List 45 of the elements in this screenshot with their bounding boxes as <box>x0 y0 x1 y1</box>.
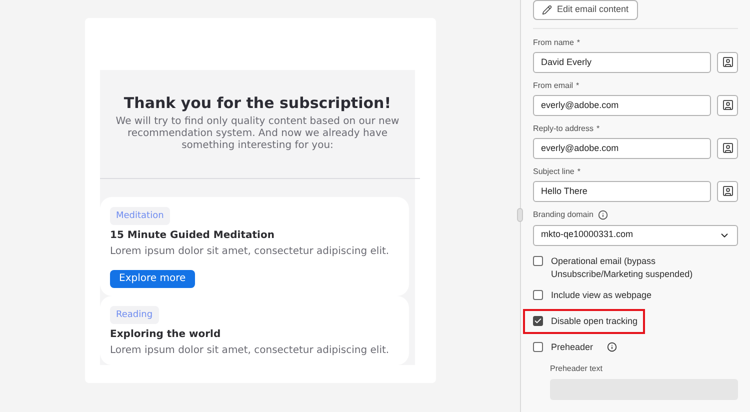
required-mark: * <box>577 166 580 178</box>
info-icon[interactable] <box>598 210 608 220</box>
article-summary: Lorem ipsum dolor sit amet, consectetur adipiscing elit. <box>110 246 390 258</box>
checkbox[interactable] <box>533 342 543 352</box>
text-field[interactable]: everly@adobe.com <box>533 138 711 158</box>
text-field[interactable]: everly@adobe.com <box>533 94 711 116</box>
explore-button[interactable]: Explore more <box>110 270 195 288</box>
contact-picker-button[interactable] <box>717 52 738 72</box>
field-label: Branding domain <box>533 208 594 220</box>
contact-picker-button[interactable] <box>717 180 738 202</box>
field-label: Subject line <box>533 166 574 178</box>
article-summary: Lorem ipsum dolor sit amet, consectetur adipiscing elit. <box>110 345 390 357</box>
option-label: Operational email (bypass Unsubscribe/Marketing suspended) <box>551 254 694 280</box>
email-heading: Thank you for the subscription! <box>122 94 392 112</box>
checkbox[interactable] <box>533 290 543 300</box>
resize-handle[interactable] <box>517 208 523 222</box>
field-label: From email <box>533 80 574 92</box>
text-field[interactable]: Hello There <box>533 180 711 202</box>
article-title: 15 Minute Guided Meditation <box>110 230 276 242</box>
required-mark: * <box>576 36 580 48</box>
option-label: Disable open tracking <box>551 314 638 328</box>
contact-card-icon <box>722 142 734 154</box>
required-mark: * <box>596 122 600 134</box>
contact-card-icon <box>722 99 734 111</box>
contact-picker-button[interactable] <box>717 94 738 116</box>
contact-card-icon <box>722 56 734 68</box>
pencil-icon <box>542 4 552 15</box>
edit-content-button[interactable]: Edit email content <box>533 0 638 20</box>
email-intro: We will try to find only quality content based on our new recommendation system. And now we already have something interesting for you: <box>114 116 400 152</box>
contact-picker-button[interactable] <box>717 138 738 158</box>
required-mark: * <box>576 80 580 92</box>
contact-card-icon <box>722 185 734 197</box>
option-label: Preheader <box>551 340 594 354</box>
article-title: Exploring the world <box>110 329 222 341</box>
info-icon[interactable] <box>607 342 618 352</box>
field-label: Reply-to address <box>533 122 594 134</box>
text-field[interactable]: David Everly <box>533 52 711 72</box>
checkbox[interactable] <box>533 316 543 326</box>
field-label: From name <box>533 36 574 48</box>
category-tag: Meditation <box>110 207 170 225</box>
checkbox[interactable] <box>533 256 543 266</box>
category-tag: Reading <box>110 306 159 324</box>
domain-dropdown[interactable]: mkto-qe10000331.com <box>533 224 738 246</box>
field-label: Preheader text <box>550 362 604 374</box>
option-label: Include view as webpage <box>551 288 652 302</box>
